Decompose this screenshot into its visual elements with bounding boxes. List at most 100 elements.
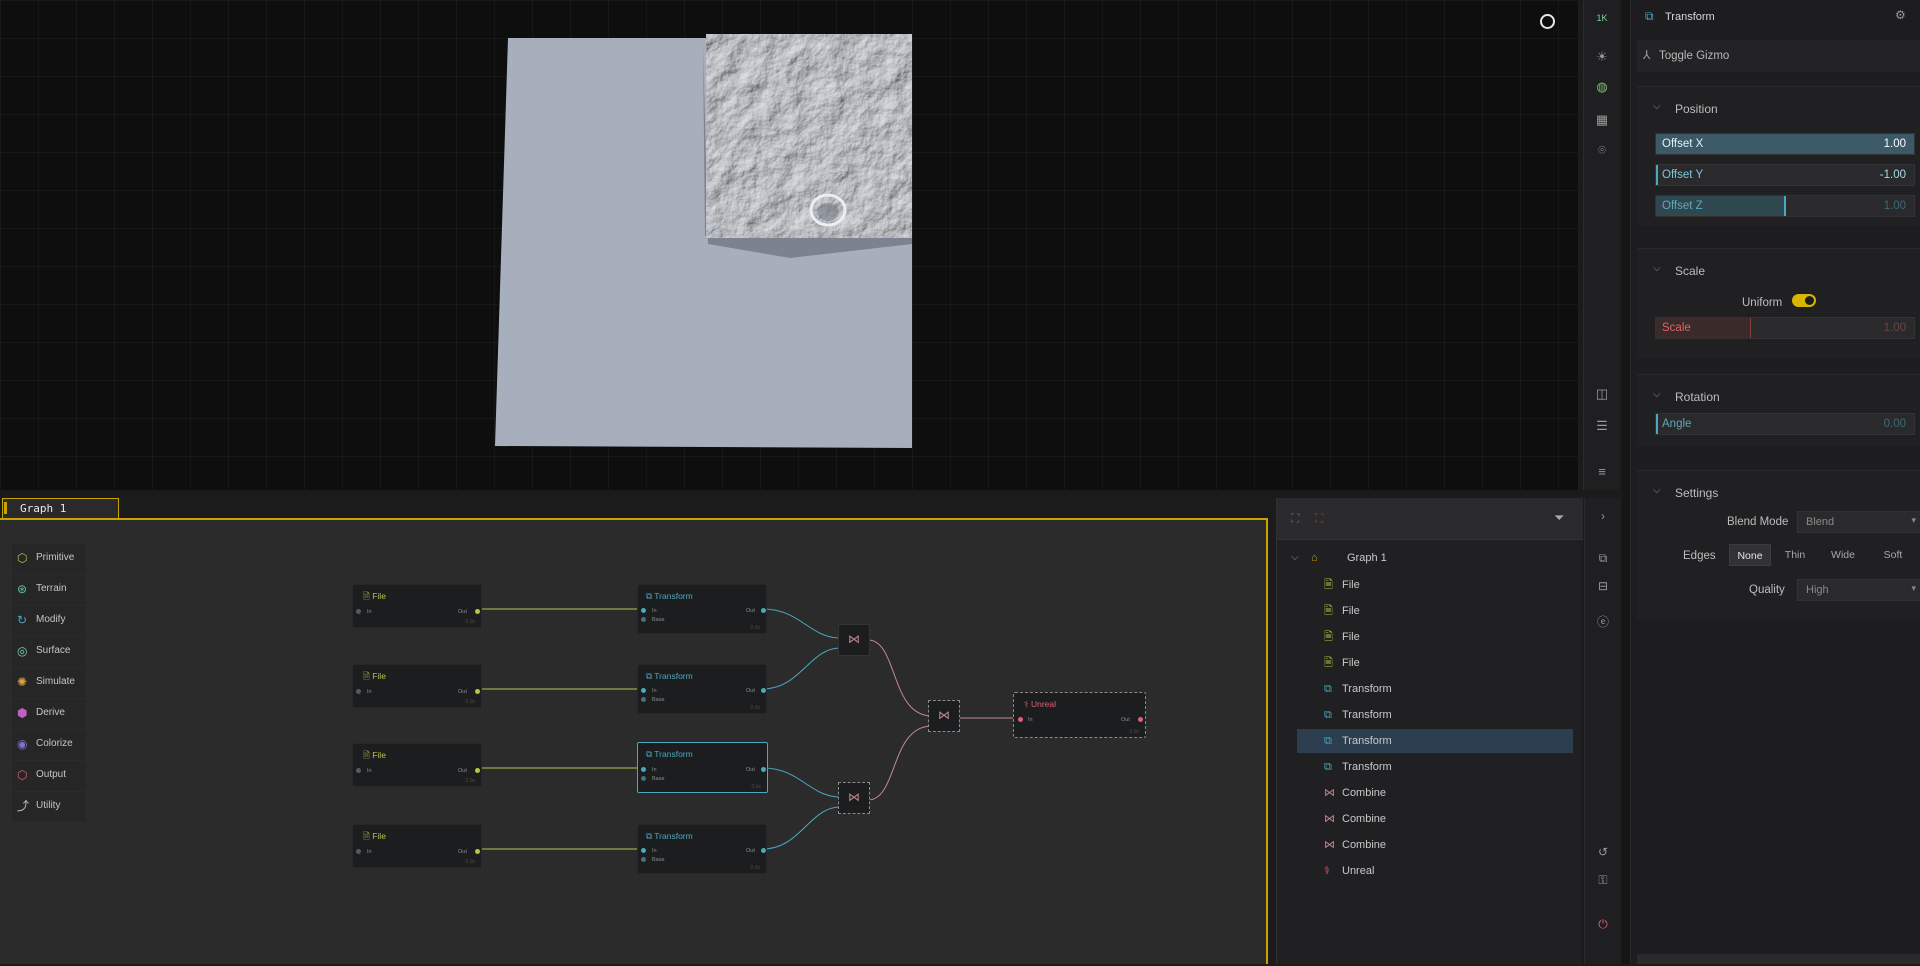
chevron-down-icon[interactable]: ⌵ — [1653, 263, 1661, 274]
offset-x-slider[interactable]: Offset X 1.00 — [1655, 133, 1915, 155]
pin-in[interactable] — [641, 608, 646, 613]
sun-icon[interactable]: ☀ — [1592, 47, 1612, 67]
outliner-item[interactable]: 🗎 File — [1297, 625, 1573, 649]
outliner-item[interactable]: 🗎 File — [1297, 651, 1573, 675]
rotation-title[interactable]: Rotation — [1675, 390, 1720, 404]
unreal-node-title-label: Unreal — [1030, 699, 1057, 709]
blend-mode-select[interactable]: Blend ▾ — [1797, 511, 1920, 533]
transform-node-3-selected[interactable]: ⧉ Transform In Base Out 0.0s — [637, 742, 768, 793]
tab-graph-1[interactable]: Graph 1 — [2, 498, 119, 520]
pin-base[interactable] — [641, 697, 646, 702]
outliner-item-label: Combine — [1342, 787, 1387, 799]
pin-in[interactable] — [641, 848, 646, 853]
flame-icon[interactable]: ⓔ — [1595, 614, 1611, 630]
transform-node-4[interactable]: ⧉ Transform In Base Out 0.0s — [637, 824, 767, 874]
combine-node-1[interactable]: ⋈ — [838, 624, 870, 656]
pin-base[interactable] — [641, 857, 646, 862]
settings-icon[interactable]: ⚙ — [1895, 8, 1906, 22]
pin-out[interactable] — [1138, 717, 1143, 722]
outliner-item[interactable]: ⋈ Combine — [1297, 807, 1573, 831]
outliner-item[interactable]: ⚕ Unreal — [1297, 859, 1573, 883]
panel-icon[interactable]: ☰ — [1592, 416, 1612, 436]
scale-title[interactable]: Scale — [1675, 264, 1705, 278]
sphere-icon[interactable]: ◍ — [1592, 77, 1612, 97]
outliner-item-label: File — [1342, 579, 1360, 591]
outliner-item[interactable]: 🗎 File — [1297, 599, 1573, 623]
split-view-icon[interactable]: ◫ — [1592, 384, 1612, 404]
outliner-item[interactable]: ⋈ Combine — [1297, 781, 1573, 805]
settings-title[interactable]: Settings — [1675, 486, 1718, 500]
file-node-3[interactable]: 🗎 File In Out 0.0s — [352, 743, 482, 787]
pin-in[interactable] — [641, 688, 646, 693]
pin-out[interactable] — [761, 848, 766, 853]
edges-option-thin[interactable]: Thin — [1773, 544, 1817, 566]
outliner-item[interactable]: ⧉ Transform — [1297, 677, 1573, 701]
node-time: 0.0s — [750, 705, 760, 711]
pin-out[interactable] — [761, 688, 766, 693]
copy-icon[interactable]: ⧉ — [1595, 550, 1611, 566]
pin-out[interactable] — [475, 689, 480, 694]
pin-out[interactable] — [475, 849, 480, 854]
pin-in[interactable] — [356, 689, 361, 694]
quality-value: High — [1806, 584, 1829, 596]
chevron-right-icon[interactable]: › — [1595, 508, 1611, 524]
transform-node-2[interactable]: ⧉ Transform In Base Out 0.0s — [637, 664, 767, 714]
resolution-badge[interactable]: 1K — [1592, 8, 1612, 28]
combine-node-2[interactable]: ⋈ — [928, 700, 960, 732]
position-title[interactable]: Position — [1675, 102, 1718, 116]
toggle-gizmo-button[interactable]: ⅄ Toggle Gizmo — [1637, 40, 1920, 72]
lock-icon[interactable]: ⚿ — [1595, 872, 1611, 888]
uniform-toggle-knob — [1805, 296, 1814, 305]
chevron-down-icon[interactable]: ⌵ — [1653, 485, 1661, 496]
layers-icon[interactable]: ⊟ — [1595, 578, 1611, 594]
file-node-4[interactable]: 🗎 File In Out 0.0s — [352, 824, 482, 868]
viewport-3d[interactable] — [0, 0, 1578, 490]
file-node-1[interactable]: 🗎 File In Out 0.0s — [352, 584, 482, 628]
transform-node-1[interactable]: ⧉ Transform In Base Out 0.0s — [637, 584, 767, 634]
outliner-item[interactable]: ⧉ Transform — [1297, 755, 1573, 779]
outliner-root-graph[interactable]: ⌵ ⌂ Graph 1 — [1291, 546, 1573, 570]
quality-select[interactable]: High ▾ — [1797, 579, 1920, 601]
file-node-title: 🗎 File — [363, 750, 386, 764]
offset-z-slider[interactable]: Offset Z 1.00 — [1655, 195, 1915, 217]
camera-icon[interactable]: ⌾ — [1592, 140, 1612, 160]
filter-icon[interactable]: ⏷ — [1554, 510, 1564, 526]
pin-out[interactable] — [761, 608, 766, 613]
angle-slider[interactable]: Angle 0.00 — [1655, 413, 1915, 435]
combine-node-3[interactable]: ⋈ — [838, 782, 870, 814]
pin-base[interactable] — [641, 617, 646, 622]
chevron-down-icon[interactable]: ⌵ — [1291, 546, 1299, 570]
edges-option-soft[interactable]: Soft — [1869, 544, 1917, 566]
pin-out[interactable] — [475, 768, 480, 773]
plug-icon[interactable]: ⏻ — [1595, 916, 1611, 932]
node-time: 0.0s — [751, 784, 761, 790]
outliner-item[interactable]: 🗎 File — [1297, 573, 1573, 597]
node-graph-canvas[interactable]: ⬡ Primitive ⊛ Terrain ↻ Modify ◎ Surface ✺ Si… — [0, 518, 1268, 964]
pin-base[interactable] — [641, 776, 646, 781]
chevron-down-icon[interactable]: ⌵ — [1653, 101, 1661, 112]
pin-in[interactable] — [1018, 717, 1023, 722]
pin-out[interactable] — [475, 609, 480, 614]
unreal-node[interactable]: ⚕ Unreal In Out 0.0s — [1013, 692, 1146, 738]
frame-all-icon[interactable]: ⛶ — [1315, 511, 1323, 526]
pin-in[interactable] — [356, 768, 361, 773]
frame-selected-icon[interactable]: ⛶ — [1291, 511, 1299, 526]
pin-in[interactable] — [641, 767, 646, 772]
pin-in[interactable] — [356, 849, 361, 854]
viewport-circle-indicator[interactable] — [1540, 14, 1555, 29]
refresh-icon[interactable]: ↺ — [1595, 844, 1611, 860]
outliner-item[interactable]: ⧉ Transform — [1297, 703, 1573, 727]
edges-option-none[interactable]: None — [1729, 544, 1771, 566]
offset-y-slider[interactable]: Offset Y -1.00 — [1655, 164, 1915, 186]
file-node-2[interactable]: 🗎 File In Out 0.0s — [352, 664, 482, 708]
uniform-toggle[interactable] — [1792, 294, 1816, 307]
outliner-item-selected[interactable]: ⧉ Transform — [1297, 729, 1573, 753]
edges-option-wide[interactable]: Wide — [1819, 544, 1867, 566]
chevron-down-icon[interactable]: ⌵ — [1653, 389, 1661, 400]
menu-icon[interactable]: ≡ — [1592, 462, 1612, 482]
pin-in[interactable] — [356, 609, 361, 614]
scale-slider[interactable]: Scale 1.00 — [1655, 317, 1915, 339]
pin-out[interactable] — [761, 767, 766, 772]
grid-icon[interactable]: ▦ — [1592, 110, 1612, 130]
outliner-item[interactable]: ⋈ Combine — [1297, 833, 1573, 857]
